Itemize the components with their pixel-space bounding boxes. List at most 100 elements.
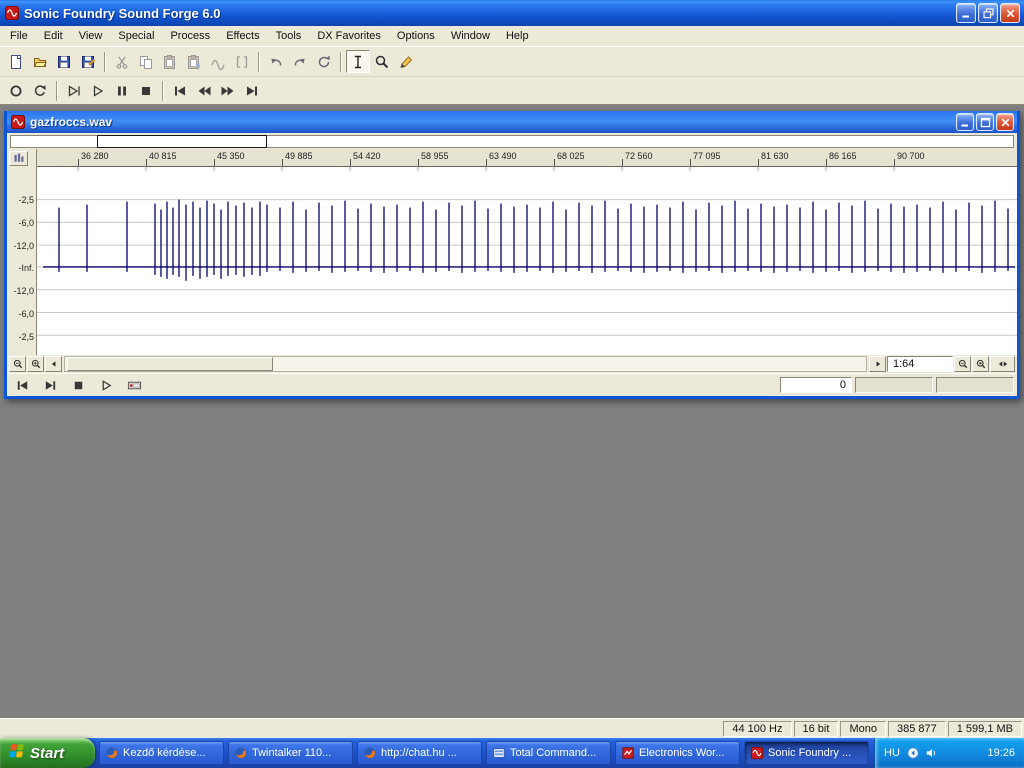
db-label: -12,0 [13, 286, 34, 296]
playbar-stop-button[interactable] [66, 376, 91, 395]
menu-options[interactable]: Options [389, 27, 443, 45]
menu-edit[interactable]: Edit [36, 27, 71, 45]
rewind-button[interactable] [192, 79, 216, 102]
forward-button[interactable] [216, 79, 240, 102]
zoom-ratio-display: 1:64 [887, 356, 953, 372]
task-button-kezd-k-rd-se[interactable]: Kezdő kérdése... [99, 741, 224, 765]
ruler-tick [554, 159, 555, 166]
menu-view[interactable]: View [71, 27, 111, 45]
levels-icon[interactable] [9, 150, 28, 166]
stop-button[interactable] [134, 79, 158, 102]
record-button[interactable] [4, 79, 28, 102]
db-label: -Inf. [18, 263, 34, 273]
menu-special[interactable]: Special [110, 27, 162, 45]
pause-button[interactable] [110, 79, 134, 102]
zoom-out-time-button[interactable] [9, 356, 26, 372]
redo-button[interactable] [288, 50, 312, 73]
loop-playback-button[interactable] [28, 79, 52, 102]
zoom-in-time-button[interactable] [27, 356, 44, 372]
playbar-play-button[interactable] [94, 376, 119, 395]
menu-help[interactable]: Help [498, 27, 537, 45]
menu-tools[interactable]: Tools [268, 27, 310, 45]
ruler-tick [758, 159, 759, 166]
system-tray: HU 19:26 [874, 738, 1024, 768]
open-file-button[interactable] [28, 50, 52, 73]
db-label: -2,5 [18, 195, 34, 205]
statusbar: 44 100 Hz 16 bit Mono 385 877 1 599,1 MB [0, 718, 1024, 738]
task-button-electronics-wor[interactable]: Electronics Wor... [615, 741, 740, 765]
maximize-button[interactable] [976, 113, 994, 131]
go-to-start-button[interactable] [168, 79, 192, 102]
language-indicator[interactable]: HU [884, 747, 900, 759]
toolbar-transport [0, 77, 1024, 105]
go-to-end-button[interactable] [240, 79, 264, 102]
task-button-sonic-foundry[interactable]: Sonic Foundry ... [744, 741, 869, 765]
menu-dx-favorites[interactable]: DX Favorites [309, 27, 389, 45]
cut-button[interactable] [110, 50, 134, 73]
wav-document-icon [10, 114, 26, 130]
ruler-label: 49 885 [285, 151, 313, 161]
taskbar: Start Kezdő kérdése... Twintalker 110... h… [0, 738, 1024, 768]
volume-icon[interactable] [925, 746, 939, 760]
scroll-right-button[interactable] [869, 356, 886, 372]
playbar-record-remote-button[interactable] [122, 376, 147, 395]
menu-process[interactable]: Process [162, 27, 218, 45]
trim-button[interactable] [230, 50, 254, 73]
minimize-button[interactable] [956, 113, 974, 131]
scrollbar-thumb[interactable] [67, 357, 273, 371]
edit-tool-button[interactable] [346, 50, 370, 73]
magnify-tool-button[interactable] [370, 50, 394, 73]
total-commander-icon [492, 746, 506, 760]
play-all-button[interactable] [62, 79, 86, 102]
overview-view-box[interactable] [97, 135, 267, 148]
zoom-normal-button[interactable] [954, 356, 971, 372]
zoom-selection-button[interactable] [990, 356, 1015, 372]
chevron-icon[interactable] [906, 746, 920, 760]
start-button[interactable]: Start [0, 738, 95, 768]
menubar: File Edit View Special Process Effects Tools DX… [0, 26, 1024, 47]
task-button-total-command[interactable]: Total Command... [486, 741, 611, 765]
ruler-label: 72 560 [625, 151, 653, 161]
selection-start-field [855, 377, 933, 393]
paste-special-button[interactable] [182, 50, 206, 73]
restore-button[interactable] [978, 3, 998, 23]
app-titlebar[interactable]: Sonic Foundry Sound Forge 6.0 [0, 0, 1024, 26]
repeat-button[interactable] [312, 50, 336, 73]
playbar-go-to-start-button[interactable] [10, 376, 35, 395]
db-label: -6,0 [18, 309, 34, 319]
save-as-button[interactable] [76, 50, 100, 73]
save-button[interactable] [52, 50, 76, 73]
task-button-http-chat-hu[interactable]: http://chat.hu ... [357, 741, 482, 765]
document-titlebar[interactable]: gazfroccs.wav [7, 111, 1017, 133]
desktop: Sonic Foundry Sound Forge 6.0 File Edit Vi… [0, 0, 1024, 768]
menu-window[interactable]: Window [443, 27, 498, 45]
ruler-row: 36 280 40 815 45 350 49 885 54 420 58 955 63 4… [7, 149, 1017, 167]
scroll-left-button[interactable] [45, 356, 62, 372]
selection-end-field [936, 377, 1014, 393]
menu-file[interactable]: File [2, 27, 36, 45]
menu-effects[interactable]: Effects [218, 27, 267, 45]
time-ruler[interactable]: 36 280 40 815 45 350 49 885 54 420 58 955 63 4… [37, 149, 1017, 167]
ruler-label: 40 815 [149, 151, 177, 161]
close-button[interactable] [996, 113, 1014, 131]
playbar-go-to-end-button[interactable] [38, 376, 63, 395]
document-window: gazfroccs.wav 36 280 40 815 45 350 49 885 54… [4, 111, 1020, 399]
ruler-tick [622, 159, 623, 166]
toolbar-separator [340, 51, 342, 72]
play-button[interactable] [86, 79, 110, 102]
copy-button[interactable] [134, 50, 158, 73]
minimize-button[interactable] [956, 3, 976, 23]
horizontal-scrollbar[interactable] [64, 356, 867, 372]
close-button[interactable] [1000, 3, 1020, 23]
playbar: 0 [7, 373, 1017, 396]
mix-button[interactable] [206, 50, 230, 73]
undo-button[interactable] [264, 50, 288, 73]
pencil-tool-button[interactable] [394, 50, 418, 73]
task-button-twintalker-110[interactable]: Twintalker 110... [228, 741, 353, 765]
status-fields: 44 100 Hz 16 bit Mono 385 877 1 599,1 MB [723, 720, 1022, 737]
waveform-display[interactable] [37, 167, 1017, 355]
new-file-button[interactable] [4, 50, 28, 73]
overview-bar[interactable] [10, 135, 1014, 148]
zoom-full-button[interactable] [972, 356, 989, 372]
paste-button[interactable] [158, 50, 182, 73]
